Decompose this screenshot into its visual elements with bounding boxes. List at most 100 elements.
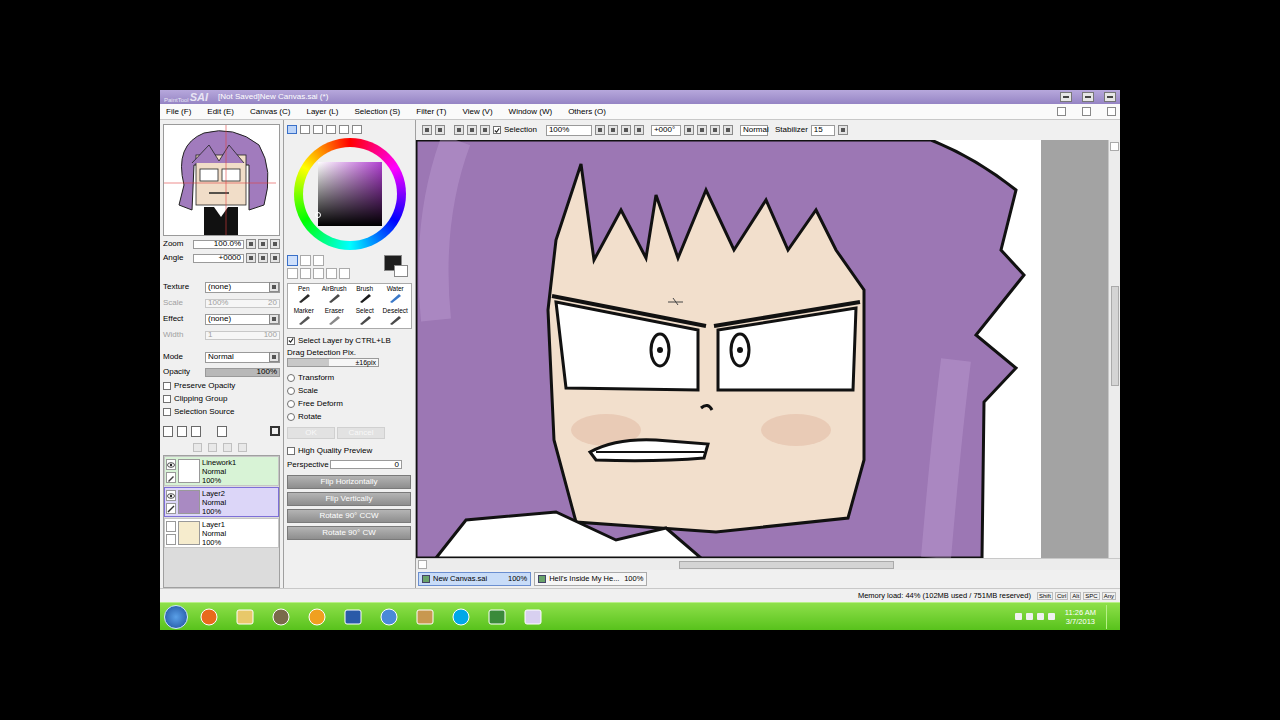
checkbox[interactable] bbox=[493, 126, 501, 134]
checkbox[interactable] bbox=[163, 408, 171, 416]
plus-button[interactable] bbox=[258, 239, 268, 249]
visibility-toggle[interactable] bbox=[166, 521, 176, 532]
dropdown[interactable]: (none) bbox=[205, 282, 280, 293]
checkbox[interactable] bbox=[163, 382, 171, 390]
menu-item[interactable]: Canvas (C) bbox=[250, 108, 290, 116]
visibility-toggle[interactable] bbox=[166, 459, 176, 470]
color-swatches[interactable] bbox=[384, 255, 412, 279]
reset-button[interactable] bbox=[270, 253, 280, 263]
checkbox[interactable] bbox=[287, 337, 295, 345]
hide-selection-button[interactable] bbox=[480, 125, 490, 135]
vertical-scrollbar[interactable] bbox=[1108, 140, 1120, 558]
zoom-reset-button[interactable] bbox=[634, 125, 644, 135]
tool-button[interactable]: Deselect bbox=[381, 307, 411, 327]
saturation-square[interactable] bbox=[318, 162, 382, 226]
explorer-icon[interactable] bbox=[230, 605, 260, 629]
rotate-tool-icon[interactable] bbox=[313, 268, 324, 279]
transform-mode-radio[interactable]: Transform bbox=[287, 372, 412, 383]
tool-button[interactable]: Pen bbox=[289, 285, 319, 305]
firefox-icon[interactable] bbox=[194, 605, 224, 629]
menu-item[interactable]: Layer (L) bbox=[306, 108, 338, 116]
new-linework-button[interactable] bbox=[177, 426, 187, 437]
tool-button[interactable]: Water bbox=[381, 285, 411, 305]
layer-row[interactable]: Layer1Normal100% bbox=[164, 518, 279, 548]
checkbox[interactable] bbox=[163, 395, 171, 403]
tool-button[interactable]: Marker bbox=[289, 307, 319, 327]
transform-action-button[interactable]: Rotate 90° CCW bbox=[287, 509, 411, 523]
dropdown[interactable]: (none) bbox=[205, 314, 280, 325]
invert-button[interactable] bbox=[467, 125, 477, 135]
confirm-button[interactable]: Cancel bbox=[337, 427, 385, 439]
lasso-tool-icon[interactable] bbox=[300, 255, 311, 266]
volume-icon[interactable] bbox=[1026, 613, 1033, 620]
swatch-button[interactable] bbox=[339, 125, 349, 134]
high-quality-checkbox[interactable]: High Quality Preview bbox=[287, 445, 412, 456]
horizontal-scrollbar[interactable] bbox=[416, 558, 1120, 570]
slider[interactable]: 1100 bbox=[205, 331, 280, 340]
transfer-down-button[interactable] bbox=[193, 443, 202, 452]
perspective-slider[interactable]: 0 bbox=[330, 460, 402, 469]
blend-mode-field[interactable]: Normal bbox=[740, 125, 768, 136]
rotate-reset-button[interactable] bbox=[710, 125, 720, 135]
transform-action-button[interactable]: Rotate 90° CW bbox=[287, 526, 411, 540]
checkbox[interactable] bbox=[287, 447, 295, 455]
eyedropper-tool-icon[interactable] bbox=[339, 268, 350, 279]
zoom-in-button[interactable] bbox=[608, 125, 618, 135]
visibility-toggle[interactable] bbox=[166, 490, 176, 501]
drag-detection-slider[interactable]: ±16pix bbox=[287, 358, 379, 367]
layer-row[interactable]: Linework1Normal100% bbox=[164, 456, 279, 486]
deselect-button[interactable] bbox=[454, 125, 464, 135]
skype-icon[interactable] bbox=[446, 605, 476, 629]
angle-field[interactable]: +000° bbox=[651, 125, 681, 136]
undo-button[interactable] bbox=[422, 125, 432, 135]
mask-button[interactable] bbox=[217, 426, 227, 437]
minus-button[interactable] bbox=[246, 253, 256, 263]
menu-item[interactable]: File (F) bbox=[166, 108, 191, 116]
itunes-icon[interactable] bbox=[374, 605, 404, 629]
select-layer-checkbox[interactable]: Select Layer by CTRL+LB bbox=[287, 335, 412, 346]
tool-button[interactable]: Brush bbox=[350, 285, 380, 305]
transform-mode-radio[interactable]: Rotate bbox=[287, 411, 412, 422]
tool-button[interactable]: AirBrush bbox=[320, 285, 350, 305]
rotate-right-button[interactable] bbox=[697, 125, 707, 135]
color-wheel-button[interactable] bbox=[287, 125, 297, 134]
zoom-field[interactable]: 100% bbox=[546, 125, 592, 136]
rgb-button[interactable] bbox=[300, 125, 310, 134]
transform-mode-radio[interactable]: Scale bbox=[287, 385, 412, 396]
menu-item[interactable]: Window (W) bbox=[509, 108, 553, 116]
menu-item[interactable]: View (V) bbox=[462, 108, 492, 116]
clear-button[interactable] bbox=[223, 443, 232, 452]
sai-icon[interactable] bbox=[518, 605, 548, 629]
opacity-slider[interactable]: 100% bbox=[205, 368, 280, 377]
color-wheel[interactable] bbox=[287, 135, 412, 253]
value-slider[interactable]: 100.0% bbox=[193, 240, 244, 249]
zoom-tool-icon[interactable] bbox=[300, 268, 311, 279]
canvas-tab[interactable]: New Canvas.sai100% bbox=[418, 572, 531, 586]
folder-icon[interactable] bbox=[410, 605, 440, 629]
layer-option[interactable]: Clipping Group bbox=[163, 393, 280, 404]
clock[interactable]: 11:26 AM3/7/2013 bbox=[1061, 608, 1100, 626]
transform-action-button[interactable]: Flip Horizontally bbox=[287, 475, 411, 489]
network-icon[interactable] bbox=[1037, 613, 1044, 620]
rotate-left-button[interactable] bbox=[684, 125, 694, 135]
tool-button[interactable]: Eraser bbox=[320, 307, 350, 327]
canvas-tab[interactable]: Hell's Inside My He...100% bbox=[534, 572, 647, 586]
start-icon[interactable] bbox=[164, 605, 188, 629]
delete-button[interactable] bbox=[238, 443, 247, 452]
stabilizer-field[interactable]: 15 bbox=[811, 125, 835, 136]
flip-view-button[interactable] bbox=[723, 125, 733, 135]
dropdown-arrow-icon[interactable] bbox=[269, 352, 279, 362]
menu-item[interactable]: Selection (S) bbox=[354, 108, 400, 116]
stabilizer-dropdown-icon[interactable] bbox=[838, 125, 848, 135]
confirm-button[interactable]: OK bbox=[287, 427, 335, 439]
flag-icon[interactable] bbox=[1048, 613, 1055, 620]
maximize-icon[interactable] bbox=[1082, 92, 1094, 102]
mode-dropdown[interactable]: Normal bbox=[205, 352, 280, 363]
mixer-button[interactable] bbox=[326, 125, 336, 134]
magic-wand-tool-icon[interactable] bbox=[313, 255, 324, 266]
hsv-button[interactable] bbox=[313, 125, 323, 134]
child-minimize-icon[interactable] bbox=[1057, 107, 1066, 116]
reset-button[interactable] bbox=[270, 239, 280, 249]
menu-item[interactable]: Filter (T) bbox=[416, 108, 446, 116]
show-desktop-button[interactable] bbox=[1106, 605, 1114, 629]
